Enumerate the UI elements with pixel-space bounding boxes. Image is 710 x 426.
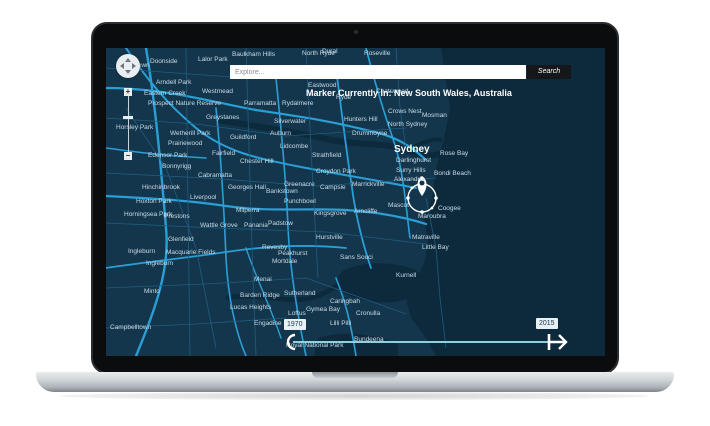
place-label: Caringbah <box>330 298 360 305</box>
timeline-end-year: 2015 <box>536 318 558 329</box>
place-label: Greenacre <box>284 181 315 188</box>
place-label: Dural <box>322 48 338 55</box>
place-label: Wattle Grove <box>200 222 238 229</box>
map-screen[interactable]: Doonside Lalor Park Baulkham Hills North… <box>106 48 605 356</box>
zoom-slider-handle[interactable] <box>123 116 133 119</box>
place-label: Prospect Nature Reserve <box>148 100 221 107</box>
place-label: Ingleburn <box>146 260 174 267</box>
place-label: Eastern Creek <box>144 90 186 97</box>
place-label: Lidcombe <box>280 143 309 150</box>
place-label: Glenfield <box>168 236 194 243</box>
place-label: Doonside <box>150 58 178 65</box>
place-label: Lilli Pilli <box>330 320 352 327</box>
place-label: Bondi Beach <box>434 170 471 177</box>
place-label: Mortdale <box>272 258 298 265</box>
place-label: Cabramatta <box>198 172 232 179</box>
place-label: Fairfield <box>212 150 236 157</box>
place-label: Hoxton Park <box>136 198 172 205</box>
zoom-out-button[interactable]: − <box>124 152 132 160</box>
place-label: Auburn <box>270 130 291 137</box>
place-label: North Sydney <box>388 121 428 128</box>
place-label: Rydalmere <box>282 100 314 107</box>
place-label: Lalor Park <box>198 56 228 63</box>
place-label: Menai <box>254 276 272 283</box>
place-label: Coogee <box>438 205 461 212</box>
place-label: Arndell Park <box>156 79 192 86</box>
laptop-notch <box>312 372 398 378</box>
place-label: Darlinghurst <box>396 157 432 164</box>
place-label: Baulkham Hills <box>232 51 275 58</box>
place-label: Georges Hall <box>228 184 266 191</box>
place-label: Kingsgrove <box>314 210 347 217</box>
place-label: Guildford <box>230 134 257 141</box>
place-label: Parramatta <box>244 100 277 107</box>
place-label: Hurstville <box>316 234 343 241</box>
place-label: Greystanes <box>206 114 240 121</box>
place-label: Lucas Heights <box>230 304 272 311</box>
place-label: Padstow <box>268 220 293 227</box>
place-label: Liverpool <box>190 194 217 201</box>
place-label: Rose Bay <box>440 150 469 157</box>
pan-control[interactable] <box>116 54 140 78</box>
timeline-start-year: 1970 <box>284 319 306 330</box>
place-label: Sans Souci <box>340 254 373 261</box>
place-label: Mosman <box>422 112 447 119</box>
zoom-track <box>127 96 129 152</box>
place-label: Maroubra <box>418 213 446 220</box>
search-input[interactable] <box>230 65 526 79</box>
place-label: Little Bay <box>422 244 449 251</box>
zoom-in-button[interactable]: + <box>124 88 132 96</box>
place-label: Sutherland <box>284 290 316 297</box>
camera-dot <box>354 30 358 34</box>
marker-location-status: Marker Currently In: New South Wales, Au… <box>306 88 512 98</box>
search-button[interactable]: Search <box>527 65 571 79</box>
timeline-end-arrow-icon[interactable] <box>546 332 568 352</box>
place-label: Alexandria <box>394 176 425 183</box>
place-label: Minto <box>144 288 160 295</box>
place-label: Bonnyrigg <box>162 163 192 170</box>
place-label: Arncliffe <box>354 208 378 215</box>
place-label: Loftus <box>288 310 306 317</box>
place-label: Panania <box>244 222 268 229</box>
timeline-track[interactable] <box>293 341 553 343</box>
laptop-shadow <box>60 392 650 400</box>
place-label: Ingleburn <box>128 248 156 255</box>
place-label: Strathfield <box>312 152 342 159</box>
place-label: Mascot <box>388 202 409 209</box>
place-label: Kurnell <box>396 272 417 279</box>
place-label: Chester Hill <box>240 158 274 165</box>
place-label: Bankstown <box>266 188 298 195</box>
place-label: Hunters Hill <box>344 116 378 123</box>
place-label: Cronulla <box>356 310 381 317</box>
city-label: Sydney <box>394 144 430 155</box>
place-label: Macquarie Fields <box>166 249 216 256</box>
place-label: Barden Ridge <box>240 292 280 299</box>
place-label: Gymea Bay <box>306 306 340 313</box>
place-label: Punchbowl <box>284 198 316 205</box>
place-label: Drummoyne <box>352 130 388 137</box>
place-label: Croydon Park <box>316 168 356 175</box>
timeline-start-handle-icon[interactable] <box>286 333 300 351</box>
place-label: Milperra <box>236 207 260 214</box>
place-label: Surry Hills <box>396 167 426 174</box>
place-label: Matraville <box>412 234 440 241</box>
place-label: Prairiewood <box>168 140 203 147</box>
place-label: Hinchinbrook <box>142 184 180 191</box>
place-label: Wetherill Park <box>170 130 211 137</box>
place-label: Horsley Park <box>116 124 154 131</box>
pan-arrows-icon <box>120 58 136 74</box>
place-label: Marrickville <box>352 181 385 188</box>
place-label: Crows Nest <box>388 108 422 115</box>
place-label: Campsie <box>320 184 346 191</box>
place-label: Silverwater <box>274 118 307 125</box>
place-label: Peakhurst <box>278 250 308 257</box>
place-label: Westmead <box>202 88 233 95</box>
place-label: Prestons <box>164 213 190 220</box>
place-label: Edensor Park <box>148 152 188 159</box>
place-label: Campbelltown <box>110 324 152 331</box>
place-label: Engadine <box>254 320 282 327</box>
zoom-control: + − <box>123 88 133 160</box>
place-label: Roseville <box>364 50 391 57</box>
